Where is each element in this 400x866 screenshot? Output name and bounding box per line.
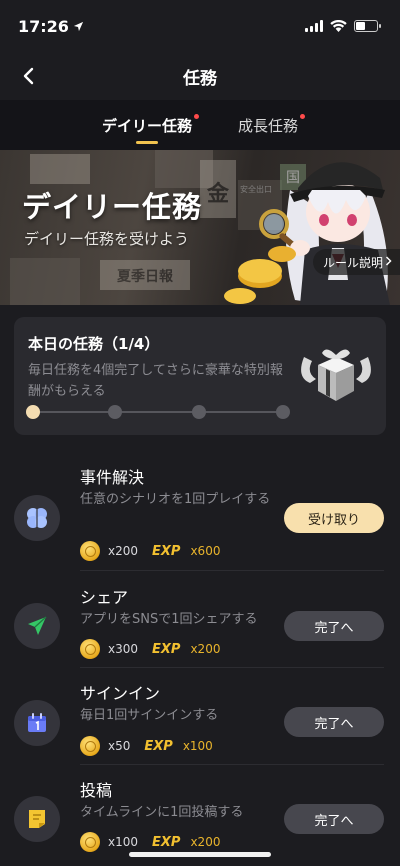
exp-label: EXP: [152, 834, 181, 850]
status-time: 17:26: [18, 16, 69, 36]
banner-sign: 夏季日報: [100, 260, 190, 290]
task-item: サインイン 毎日1回サインインする x50 EXP x100 完了へ: [0, 668, 400, 764]
banner-title: デイリー任務: [22, 190, 203, 224]
status-time-group: 17:26: [18, 17, 84, 36]
banner-subtitle: デイリー任務を受けよう: [24, 230, 190, 248]
task-description: 任意のシナリオを1回プレイする: [80, 492, 271, 507]
task-rewards: x50 EXP x100: [80, 736, 213, 756]
today-description: 毎日任務を4個完了してさらに豪華な特別報酬がもらえる: [28, 363, 283, 399]
coin-reward: x50: [108, 739, 131, 753]
page-title: 任務: [183, 68, 217, 89]
tab-daily-label: デイリー任務: [101, 116, 192, 135]
battery-icon: [354, 20, 381, 32]
coin-icon: [80, 832, 100, 852]
divider: [80, 570, 384, 571]
back-icon[interactable]: [14, 62, 42, 90]
gift-box-icon: [301, 349, 371, 401]
task-title: サインイン: [80, 684, 161, 703]
wifi-icon: [330, 17, 347, 36]
coin-reward: x300: [108, 642, 139, 656]
brain-icon: [14, 495, 60, 541]
rules-label: ルール説明: [322, 255, 383, 270]
rules-button[interactable]: ルール説明: [312, 249, 400, 275]
go-button[interactable]: 完了へ: [284, 804, 384, 834]
status-icons: [305, 17, 381, 36]
note-icon: [14, 796, 60, 842]
tab-growth[interactable]: 成長任務: [238, 107, 306, 144]
cellular-signal-icon: [305, 20, 323, 32]
task-item: 事件解決 任意のシナリオを1回プレイする x200 EXP x600 受け取り: [0, 452, 400, 561]
task-rewards: x300 EXP x200: [80, 639, 220, 659]
task-rewards: x200 EXP x600: [80, 541, 220, 561]
coin-reward: x200: [108, 544, 139, 558]
today-tasks-card: 本日の任務（1/4） 毎日任務を4個完了してさらに豪華な特別報酬がもらえる: [14, 317, 386, 435]
task-description: アプリをSNSで1回シェアする: [80, 612, 258, 627]
coin-icon: [80, 736, 100, 756]
task-item: 投稿 タイムラインに1回投稿する x100 EXP x200 完了へ: [0, 765, 400, 861]
location-arrow-icon: [73, 17, 84, 36]
exp-reward: x200: [190, 642, 221, 656]
today-title: 本日の任務（1/4）: [28, 335, 160, 353]
coin-reward: x100: [108, 835, 139, 849]
progress-dot: [192, 405, 206, 419]
coin-icon: [80, 541, 100, 561]
task-item: シェア アプリをSNSで1回シェアする x300 EXP x200 完了へ: [0, 572, 400, 668]
exp-label: EXP: [152, 543, 181, 559]
notification-dot: [300, 113, 306, 119]
task-title: 投稿: [80, 781, 113, 800]
tab-bar: デイリー任務 成長任務: [0, 100, 400, 150]
exp-label: EXP: [144, 738, 173, 754]
exp-label: EXP: [152, 641, 181, 657]
status-bar: 17:26: [0, 0, 400, 52]
task-progress: [26, 403, 290, 421]
nav-bar: 任務: [0, 52, 400, 100]
claim-button[interactable]: 受け取り: [284, 503, 384, 533]
task-title: 事件解決: [80, 468, 145, 487]
go-button[interactable]: 完了へ: [284, 611, 384, 641]
calendar-icon: [14, 700, 60, 746]
notification-dot: [194, 113, 199, 119]
detective-character-illustration: [224, 162, 390, 305]
tab-daily[interactable]: デイリー任務: [101, 107, 199, 144]
go-button[interactable]: 完了へ: [284, 707, 384, 737]
home-indicator[interactable]: [129, 852, 271, 857]
progress-dot: [26, 405, 40, 419]
exp-reward: x200: [190, 835, 221, 849]
task-description: 毎日1回サインインする: [80, 708, 219, 723]
tab-growth-label: 成長任務: [238, 116, 299, 135]
task-rewards: x100 EXP x200: [80, 832, 220, 852]
daily-task-banner: 金 安全出口 夏季日報 国 デイリー任務 デイリー任務を受けよう ルール説明: [0, 150, 400, 305]
progress-dot: [108, 405, 122, 419]
coin-icon: [80, 639, 100, 659]
exp-reward: x600: [190, 544, 221, 558]
chevron-right-icon: [385, 255, 392, 269]
task-title: シェア: [80, 588, 129, 607]
task-description: タイムラインに1回投稿する: [80, 805, 244, 820]
progress-dot: [276, 405, 290, 419]
paper-plane-icon: [14, 603, 60, 649]
exp-reward: x100: [182, 739, 213, 753]
